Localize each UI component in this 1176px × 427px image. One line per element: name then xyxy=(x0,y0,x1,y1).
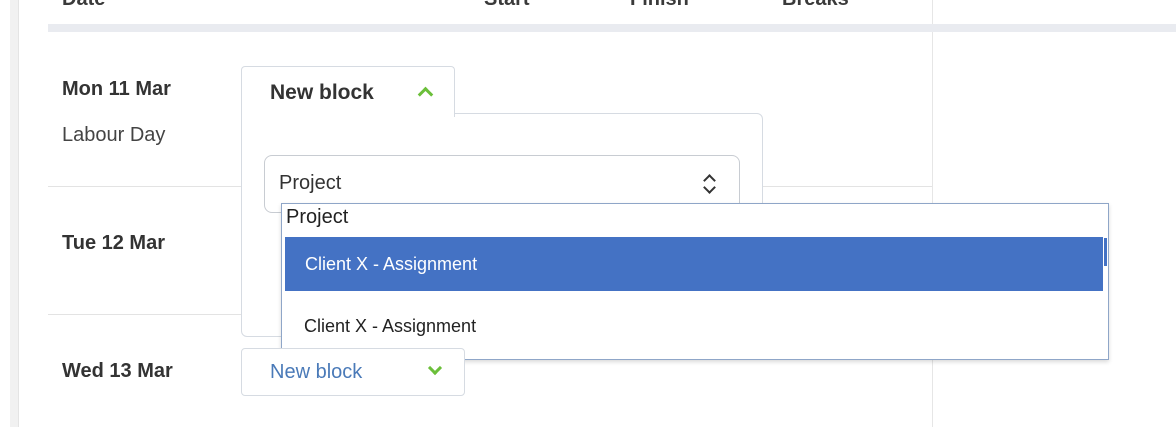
day-title-wed: Wed 13 Mar xyxy=(62,360,173,382)
dropdown-option-placeholder[interactable]: Project xyxy=(286,206,1112,229)
new-block-label: New block xyxy=(270,81,374,104)
project-dropdown-list[interactable]: Project Client X - Assignment Client X -… xyxy=(281,203,1109,360)
project-select-value: Project xyxy=(279,172,342,194)
chevron-down-icon xyxy=(427,360,443,376)
dropdown-option-highlighted[interactable]: Client X - Assignment xyxy=(285,237,1103,291)
dropdown-option[interactable]: Client X - Assignment xyxy=(304,316,1130,337)
dropdown-scrollbar[interactable] xyxy=(1104,238,1107,266)
select-stepper-icon xyxy=(701,170,719,198)
header-finish: Finish xyxy=(630,0,689,11)
header-underline xyxy=(48,24,1176,32)
day-title-mon: Mon 11 Mar xyxy=(62,78,171,100)
header-date: Date xyxy=(62,0,105,11)
new-block-label: New block xyxy=(270,361,363,383)
timesheet-view: Date Start Finish Breaks Mon 11 Mar Labo… xyxy=(0,0,1176,427)
header-start: Start xyxy=(484,0,530,11)
left-rail xyxy=(0,0,19,427)
chevron-up-icon xyxy=(417,86,434,103)
left-rail-border xyxy=(10,0,19,427)
day-title-tue: Tue 12 Mar xyxy=(62,232,165,254)
new-block-toggle[interactable]: New block xyxy=(241,66,455,117)
new-block-button[interactable]: New block xyxy=(241,348,465,396)
day-subtitle-mon: Labour Day xyxy=(62,124,166,146)
header-breaks: Breaks xyxy=(782,0,849,11)
dropdown-option-label: Client X - Assignment xyxy=(305,254,478,274)
